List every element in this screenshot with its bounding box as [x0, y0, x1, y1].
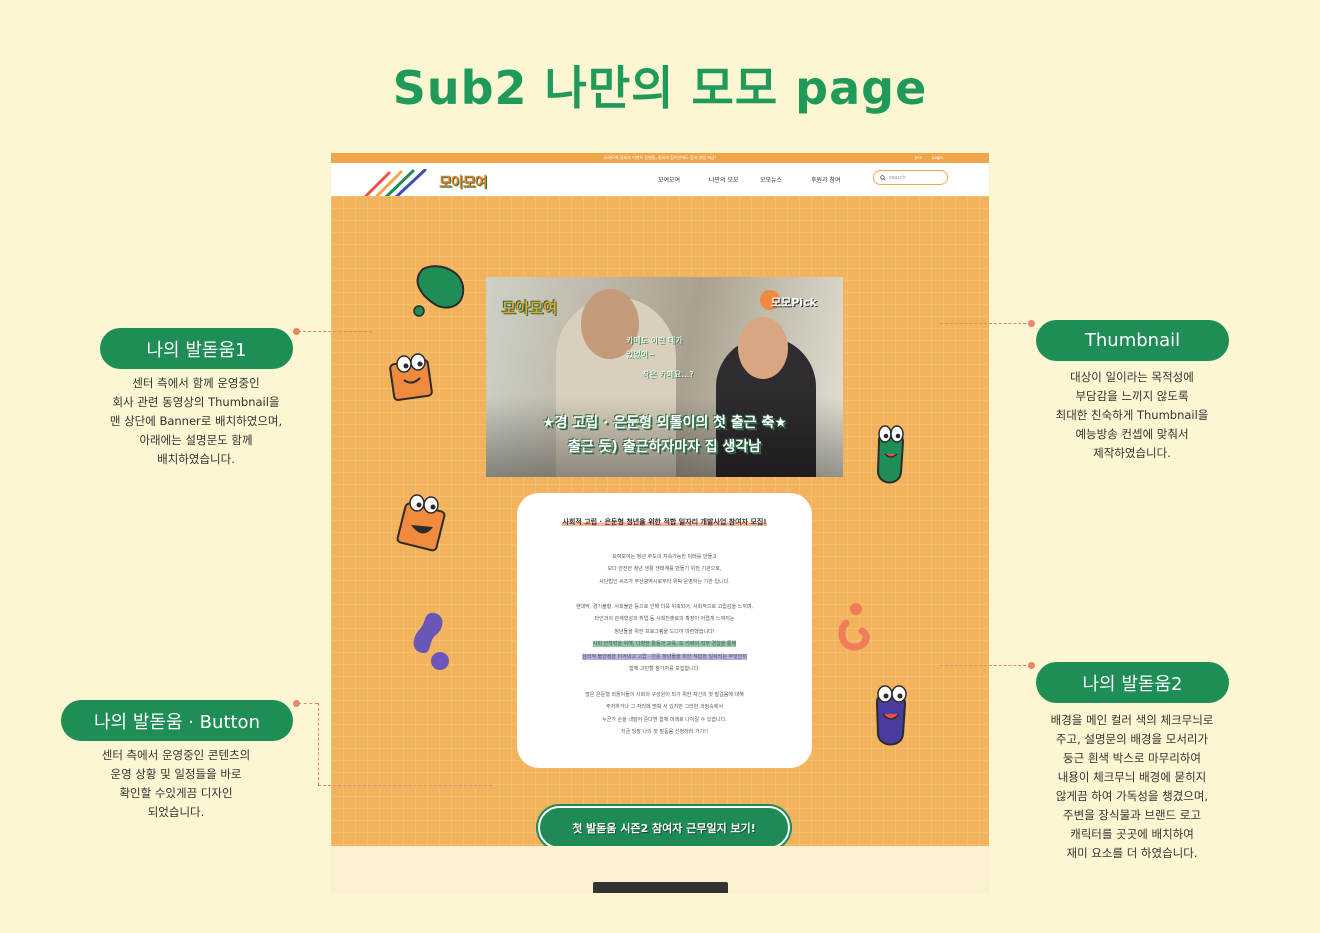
nav-item-support[interactable]: 후원과 참여: [811, 175, 862, 184]
speech-bubble-1: 카페도 이런 데가: [626, 336, 683, 345]
purple-blob-icon: [413, 612, 449, 670]
thumbnail-caption-2: 출근 듯) 출근하자마자 집 생각남: [567, 439, 762, 455]
nav-item-momo[interactable]: 모여모여: [658, 175, 709, 184]
thumbnail-badge: 모모Pick: [771, 296, 817, 309]
card-paragraph-3: 많은 은둔형 외톨이들이 사회의 구성원이 되기 위한 자신의 첫 발걸음에 대…: [585, 692, 744, 736]
annotation-right2-desc: 배경을 메인 컬러 색의 체크무늬로 주고, 설명문의 배경을 모서리가 둥근 …: [1050, 713, 1214, 860]
search-icon: [880, 174, 886, 181]
annotation-right2-title: 나의 발돋움2: [1036, 662, 1229, 703]
auth-links: Join Login: [915, 155, 943, 160]
card-paragraph-2: 현대막, 경기불황, 사회불안 등으로 인해 더욱 위축되어, 사회적으로 고립…: [575, 604, 754, 673]
green-blob-icon: [413, 265, 465, 317]
annotation-right1-title: Thumbnail: [1036, 320, 1229, 361]
annotation-left2-desc: 센터 측에서 운영중인 콘텐츠의 운영 상황 및 일정들을 바로 확인할 수있게…: [101, 748, 251, 819]
annotation-left1-desc: 센터 측에서 함께 운영중인 회사 관련 동영상의 Thumbnail을 맨 상…: [109, 376, 283, 466]
green-character-icon: [876, 425, 905, 484]
speech-bubble-2: 있었어~: [626, 350, 655, 359]
annotation-left1-title: 나의 발돋움1: [100, 328, 293, 369]
highlight-purple: 심리적 불안정을 이겨내고 고립 · 은둔 청년들을 위한 적합한 일자리는 무…: [582, 653, 747, 660]
thumbnail-banner[interactable]: 모아모여 모모Pick 카페도 이런 데가 있었어~ 작은 카페요…? ★경 고…: [486, 277, 843, 477]
login-link[interactable]: Login: [932, 155, 943, 160]
nav-item-my-momo[interactable]: 나만의 모모: [709, 175, 760, 184]
thumbnail-logo: 모아모여: [502, 299, 558, 317]
smiling-box-character-icon: [396, 494, 446, 552]
cta-button[interactable]: 첫 발돋움 시즌2 참여자 근무일지 보기!: [538, 806, 790, 849]
search-placeholder: search: [889, 174, 906, 181]
join-link[interactable]: Join: [915, 155, 922, 160]
top-notice-bar: 모여모여 협회의 이벤트 진행중, 협회의 참여안에도 참여 방법 피급! Jo…: [331, 153, 989, 163]
page-title: Sub2 나만의 모모 page: [392, 61, 928, 115]
logo-stripes-icon: [363, 169, 427, 199]
orange-swirl-icon: [838, 603, 870, 651]
purple-character-icon: [875, 685, 907, 746]
highlight-green: 사회 안착력을 위해, 다양한 활동과 교육, 또 카페의 직무 경험을 통해: [592, 641, 737, 648]
annotation-right1-desc: 대상이 일이라는 목적성에 부담감을 느끼지 않도록 최대한 친숙하게 Thum…: [1055, 370, 1209, 460]
next-section-peek: [331, 846, 989, 893]
description-card: 사회적 고립 · 은둔형 청년을 위한 적합 일자리 개발사업 참여자 모집! …: [517, 493, 812, 768]
orange-square-character-icon: [389, 353, 433, 401]
card-paragraph-1: 모여모여는 청년 주도의 지속가능한 미래를 만들고 보다 안전한 청년 생활 …: [599, 554, 730, 585]
search-input[interactable]: search: [873, 170, 948, 185]
annotation-left2-title: 나의 발돋움 · Button: [61, 700, 293, 741]
site-logo[interactable]: 모아모여: [439, 172, 488, 192]
speech-bubble-3: 작은 카페요…?: [642, 370, 694, 379]
person-right-head: [738, 317, 788, 379]
top-notice-text: 모여모여 협회의 이벤트 진행중, 협회의 참여안에도 참여 방법 피급!: [603, 155, 717, 160]
checker-background: 모아모여 모모Pick 카페도 이런 데가 있었어~ 작은 카페요…? ★경 고…: [331, 196, 989, 849]
thumbnail-caption-1: ★경 고립 · 은둔형 외톨이의 첫 출근 축★: [542, 415, 787, 431]
website-mockup: 모여모여 협회의 이벤트 진행중, 협회의 참여안에도 참여 방법 피급! Jo…: [331, 153, 989, 893]
card-title: 사회적 고립 · 은둔형 청년을 위한 적합 일자리 개발사업 참여자 모집!: [562, 518, 767, 526]
nav-menu: 모여모여 나만의 모모 모모뉴스 후원과 참여: [658, 175, 862, 184]
nav-item-news[interactable]: 모모뉴스: [760, 175, 811, 184]
main-nav: 모아모여 모여모여 나만의 모모 모모뉴스 후원과 참여 search: [331, 163, 989, 199]
